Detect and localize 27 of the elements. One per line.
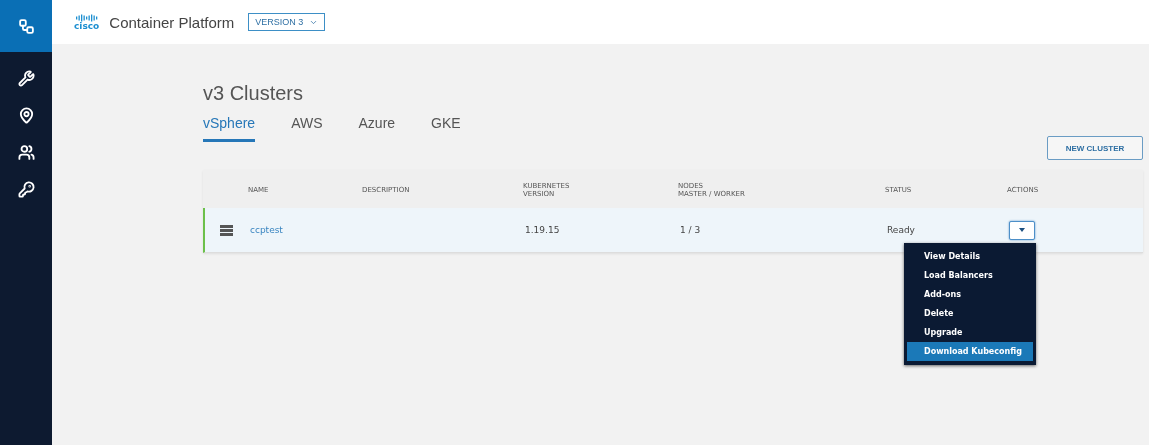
menu-item[interactable]: Add-ons (907, 284, 1033, 304)
caret-icon (1019, 228, 1025, 232)
version-select[interactable]: VERSION 3 (248, 13, 326, 31)
logo-bars-icon (75, 13, 98, 22)
table-cell-text: 1 / 3 (680, 225, 702, 235)
menu-item[interactable]: View Details (907, 246, 1033, 266)
app-title: Container Platform (109, 13, 235, 31)
users-icon (17, 144, 35, 161)
menu-item[interactable]: Upgrade (907, 322, 1033, 342)
actions-dropdown-button[interactable] (1009, 220, 1035, 240)
menu-item[interactable]: Download Kubeconfig (907, 341, 1033, 361)
server-icon (220, 224, 233, 236)
network-icon (17, 17, 35, 35)
tab[interactable]: vSphere (203, 115, 256, 142)
page-title: v3 Clusters (203, 82, 305, 105)
menu-item[interactable]: Load Balancers (907, 265, 1033, 285)
table-cell-text: 1.19.15 (525, 225, 561, 235)
tab[interactable]: GKE (431, 115, 461, 142)
logo-text: cisco (74, 21, 100, 31)
key-icon (17, 181, 35, 198)
map-pin-icon (17, 107, 35, 124)
cluster-name-link[interactable]: ccptest (250, 225, 364, 235)
tab[interactable]: AWS (291, 115, 323, 142)
new-cluster-button[interactable]: NEW CLUSTER (1047, 136, 1143, 160)
menu-item[interactable]: Delete (907, 303, 1033, 323)
table-cell-text: Ready (887, 225, 916, 235)
tab[interactable]: Azure (358, 115, 396, 142)
